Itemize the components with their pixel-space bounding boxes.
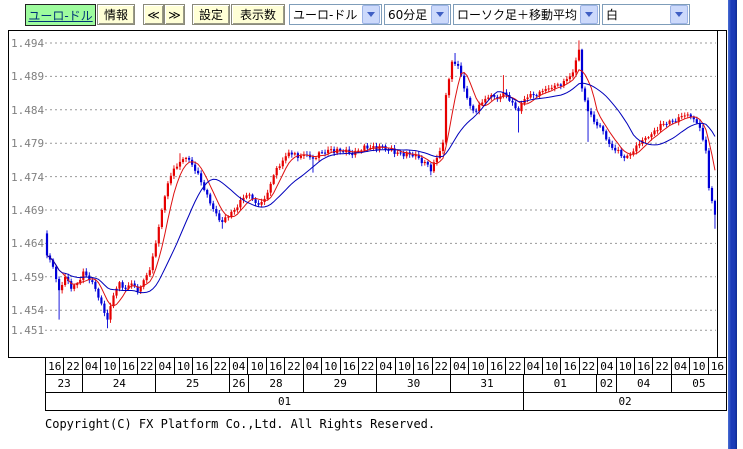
scroll-right-button[interactable]: ≫	[164, 4, 185, 25]
color-scheme-select-value: 白	[603, 6, 669, 23]
x-hour-cell: 16	[561, 358, 579, 374]
pair-select[interactable]: ユーロ-ドル	[289, 4, 382, 25]
x-hour-cell: 10	[248, 358, 266, 374]
info-button[interactable]: 情報	[97, 4, 135, 25]
y-axis: 1.494 1.489 1.484 1.479 1.474 1.469 1.464 1.459…	[8, 30, 47, 358]
x-hour-cell: 04	[83, 358, 101, 374]
x-hour-cell: 22	[433, 358, 451, 374]
settings-button[interactable]: 設定	[192, 4, 230, 25]
x-day-cell: 01	[524, 375, 597, 392]
y-tick-label: 1.469	[11, 204, 44, 217]
x-hour-cell: 16	[193, 358, 211, 374]
x-day-cell: 30	[377, 375, 450, 392]
chart-canvas	[45, 31, 716, 357]
display-count-button[interactable]: 表示数	[231, 4, 285, 25]
timeframe-select[interactable]: 60分足	[384, 4, 451, 25]
x-hour-cell: 04	[598, 358, 616, 374]
x-day-cell: 24	[83, 375, 156, 392]
x-month-cell: 02	[524, 393, 727, 410]
x-hour-cell: 10	[543, 358, 561, 374]
x-hour-cell: 22	[64, 358, 82, 374]
chevron-down-icon[interactable]	[580, 5, 598, 24]
x-hour-cell: 16	[488, 358, 506, 374]
y-tick-label: 1.464	[11, 237, 44, 250]
x-hour-cell: 22	[506, 358, 524, 374]
x-hour-cell: 22	[580, 358, 598, 374]
copyright-text: Copyright(C) FX Platform Co.,Ltd. All Ri…	[45, 417, 435, 431]
x-hour-cell: 16	[414, 358, 432, 374]
x-hour-cell: 04	[156, 358, 174, 374]
x-hour-cell: 04	[451, 358, 469, 374]
x-hour-cell: 04	[304, 358, 322, 374]
y-tick-label: 1.454	[11, 304, 44, 317]
x-hour-cell: 10	[396, 358, 414, 374]
x-hour-cell: 10	[617, 358, 635, 374]
x-day-cell: 05	[672, 375, 727, 392]
plot-right-gap	[718, 30, 727, 358]
color-scheme-select[interactable]: 白	[602, 4, 690, 25]
chevron-down-icon[interactable]	[362, 5, 380, 24]
x-hour-cell: 04	[377, 358, 395, 374]
x-hour-cell: 16	[341, 358, 359, 374]
x-hour-cell: 04	[672, 358, 690, 374]
fx-chart-panel: ユーロ-ドル 情報 ≪ ≫ 設定 表示数 ユーロ-ドル 60分足 ローソク足＋移…	[0, 0, 743, 449]
ma-long-line	[47, 83, 715, 293]
x-hour-cell: 10	[690, 358, 708, 374]
y-tick-label: 1.474	[11, 171, 44, 184]
x-hour-cell: 04	[525, 358, 543, 374]
timeframe-select-value: 60分足	[385, 6, 430, 23]
chart-type-select[interactable]: ローソク足＋移動平均	[453, 4, 600, 25]
y-tick-label: 1.451	[11, 324, 44, 337]
x-hour-cell: 04	[230, 358, 248, 374]
y-tick-label: 1.494	[11, 37, 44, 50]
x-hour-cell: 22	[285, 358, 303, 374]
chart-type-select-value: ローソク足＋移動平均	[454, 6, 579, 23]
ma-short-line	[47, 70, 715, 306]
x-month-cell: 01	[46, 393, 524, 410]
x-hour-cell: 16	[46, 358, 64, 374]
x-hour-cell: 16	[635, 358, 653, 374]
x-day-cell: 26	[230, 375, 249, 392]
y-tick-label: 1.459	[11, 271, 44, 284]
x-hour-cell: 22	[653, 358, 671, 374]
chevron-down-icon[interactable]	[670, 5, 688, 24]
x-day-cell: 02	[597, 375, 616, 392]
window-border	[728, 0, 737, 449]
scroll-left-button[interactable]: ≪	[143, 4, 164, 25]
y-tick-label: 1.484	[11, 104, 44, 117]
x-day-cell: 25	[156, 375, 229, 392]
y-tick-label: 1.489	[11, 70, 44, 83]
x-hour-cell: 10	[469, 358, 487, 374]
x-hour-cell: 22	[212, 358, 230, 374]
x-axis: 1622041016220410162204101622041016220410…	[45, 357, 727, 411]
x-day-cell: 28	[249, 375, 304, 392]
x-day-cell: 31	[451, 375, 524, 392]
chevron-down-icon[interactable]	[431, 5, 449, 24]
x-hour-cell: 16	[267, 358, 285, 374]
candlestick-chart[interactable]	[45, 30, 718, 358]
x-hour-cell: 10	[175, 358, 193, 374]
x-hour-cell: 22	[359, 358, 377, 374]
y-tick-label: 1.479	[11, 137, 44, 150]
x-day-cell: 23	[46, 375, 83, 392]
x-hour-cell: 10	[101, 358, 119, 374]
x-hour-cell: 16	[120, 358, 138, 374]
x-hour-cell: 10	[322, 358, 340, 374]
instrument-tab[interactable]: ユーロ-ドル	[25, 4, 96, 26]
x-hour-cell: 22	[138, 358, 156, 374]
x-day-cell: 29	[304, 375, 377, 392]
pair-select-value: ユーロ-ドル	[290, 6, 361, 23]
x-day-cell: 04	[617, 375, 672, 392]
x-hour-cell: 16	[709, 358, 727, 374]
